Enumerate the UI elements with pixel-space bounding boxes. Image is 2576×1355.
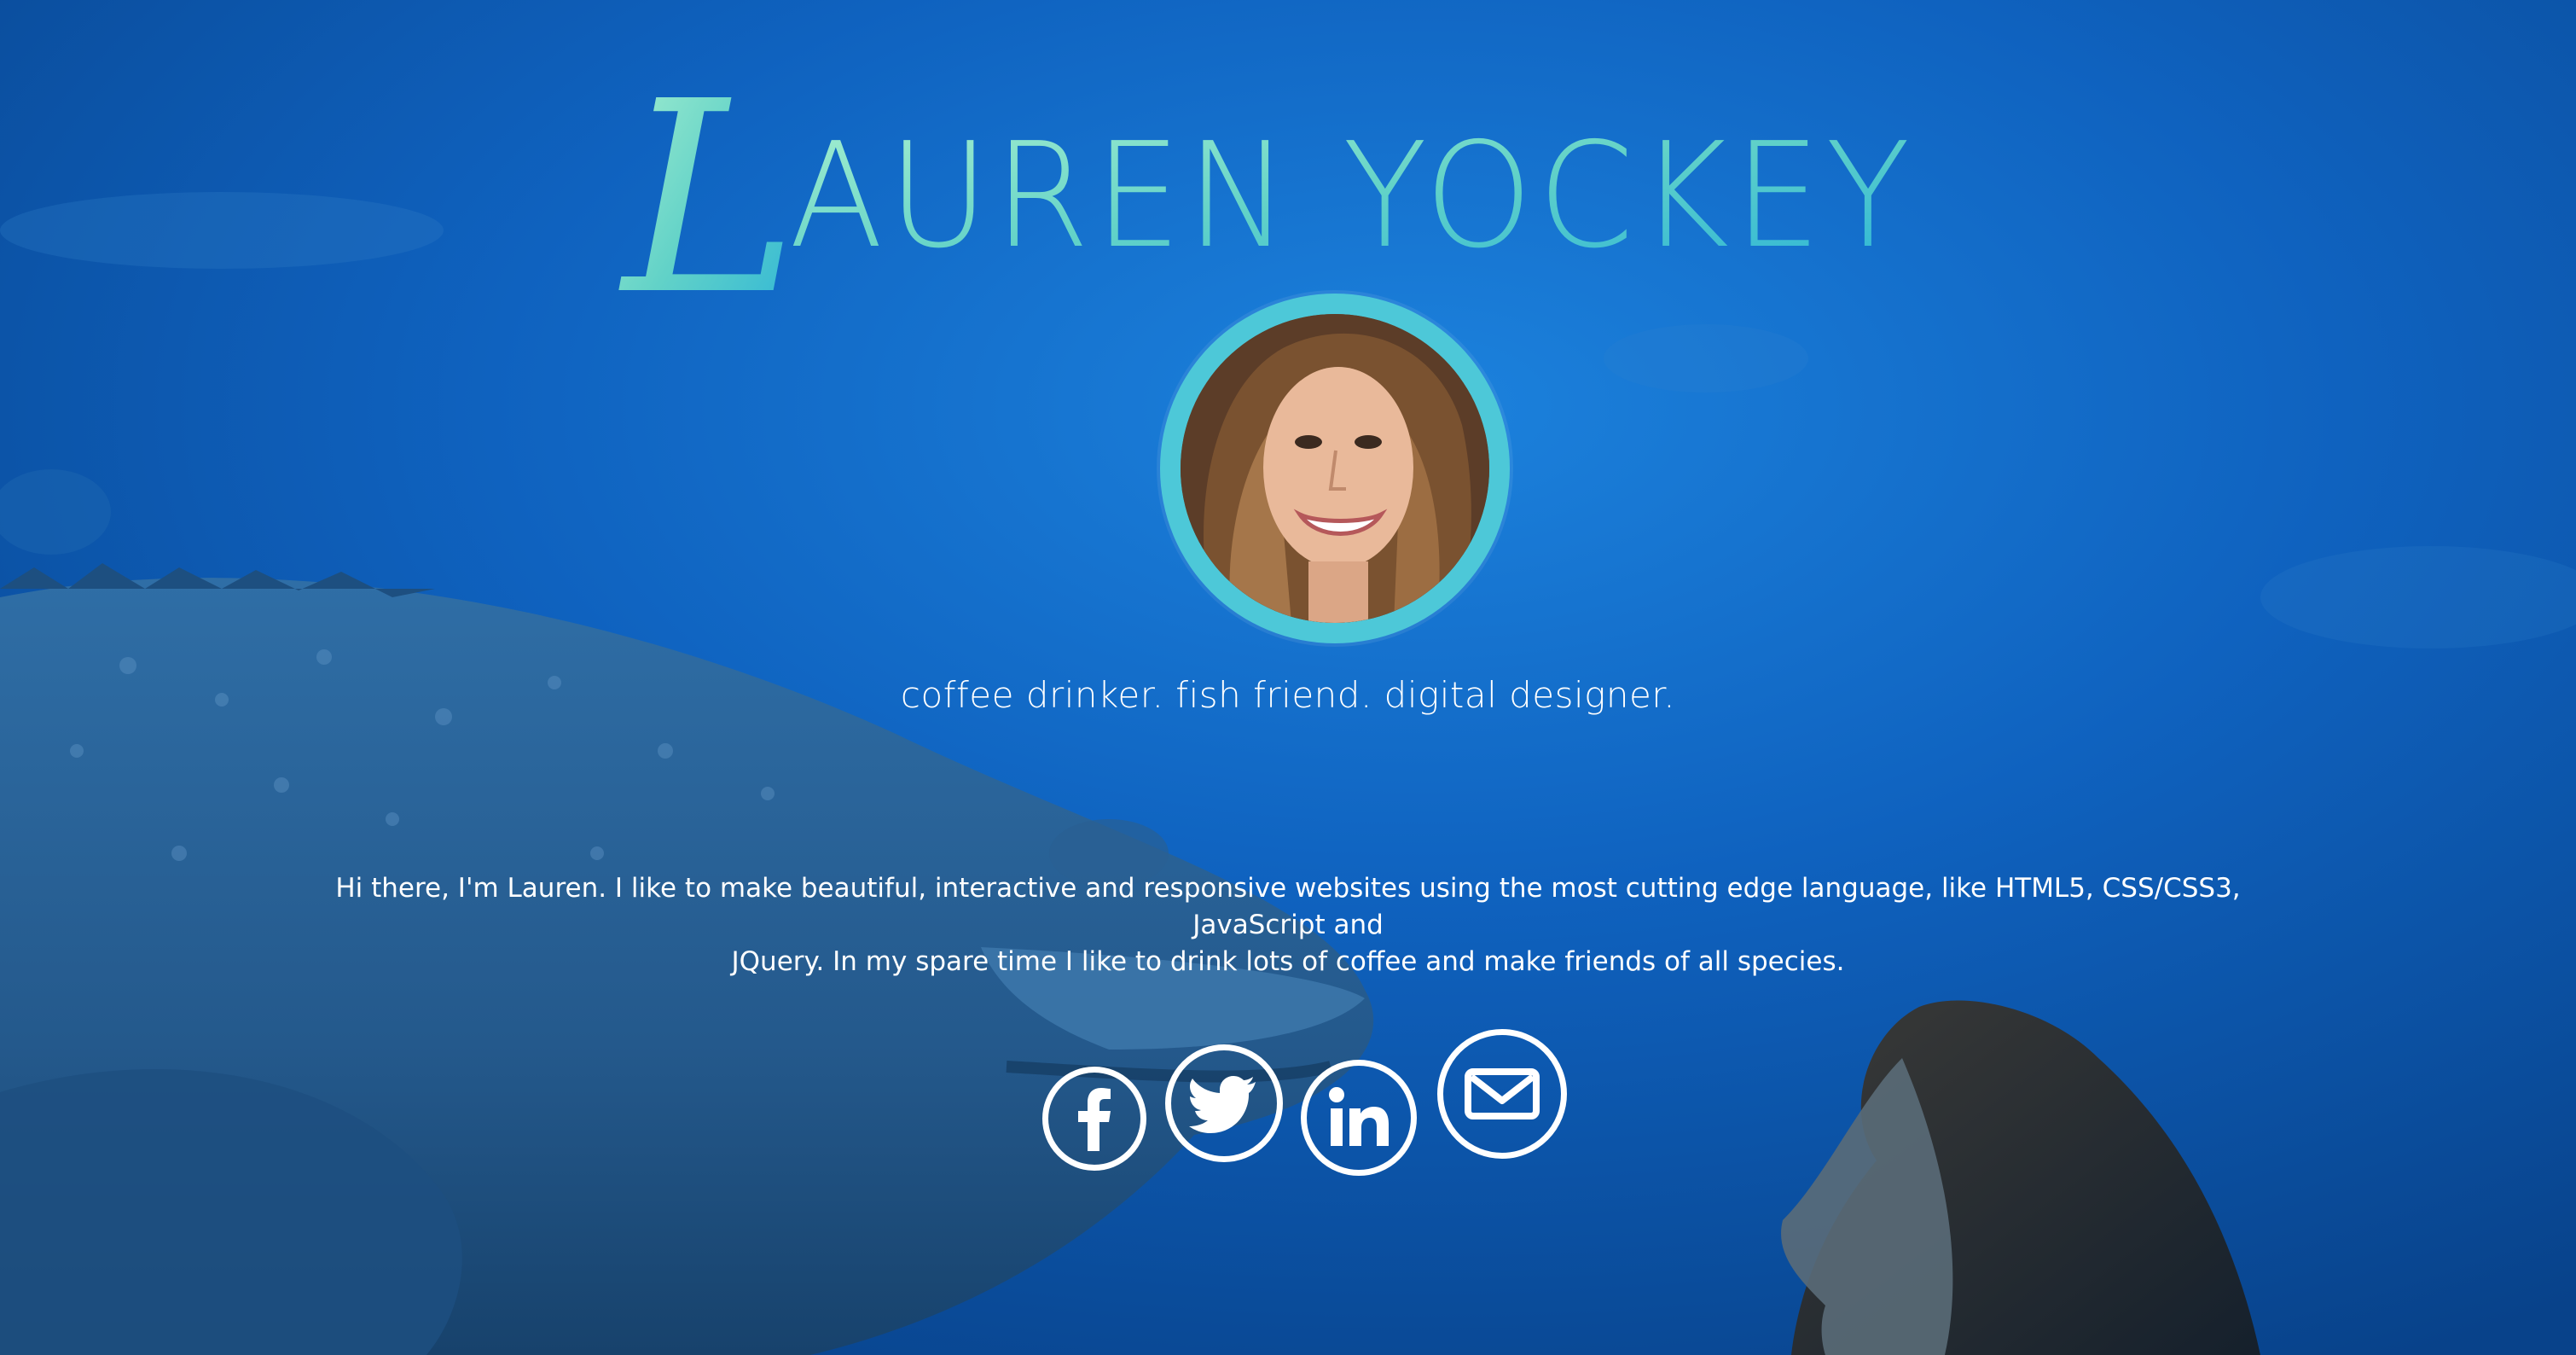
- title-rest: AUREN YOCKEY: [789, 112, 1915, 281]
- facebook-icon: [1078, 1088, 1111, 1151]
- hero-section: L AUREN YOCKEY coffee drinker. fish frie…: [0, 0, 2576, 1355]
- bio-paragraph: Hi there, I'm Lauren. I like to make bea…: [273, 870, 2303, 980]
- site-title: L AUREN YOCKEY: [0, 60, 2576, 307]
- social-links: [0, 1024, 2576, 1178]
- profile-avatar-ring: [1160, 294, 1510, 643]
- twitter-link[interactable]: [1165, 1044, 1283, 1162]
- title-initial: L: [618, 60, 798, 307]
- linkedin-link[interactable]: [1301, 1060, 1417, 1176]
- bio-line-1: Hi there, I'm Lauren. I like to make bea…: [335, 873, 2241, 940]
- envelope-icon: [1465, 1068, 1540, 1119]
- email-link[interactable]: [1437, 1029, 1567, 1159]
- page: L AUREN YOCKEY coffee drinker. fish frie…: [0, 0, 2576, 1355]
- profile-avatar: [1181, 314, 1489, 623]
- twitter-icon: [1189, 1076, 1256, 1133]
- bio-line-2: JQuery. In my spare time I like to drink…: [731, 946, 1845, 977]
- linkedin-icon: [1329, 1087, 1389, 1146]
- tagline: coffee drinker. fish friend. digital des…: [900, 674, 1676, 716]
- facebook-link[interactable]: [1042, 1067, 1146, 1171]
